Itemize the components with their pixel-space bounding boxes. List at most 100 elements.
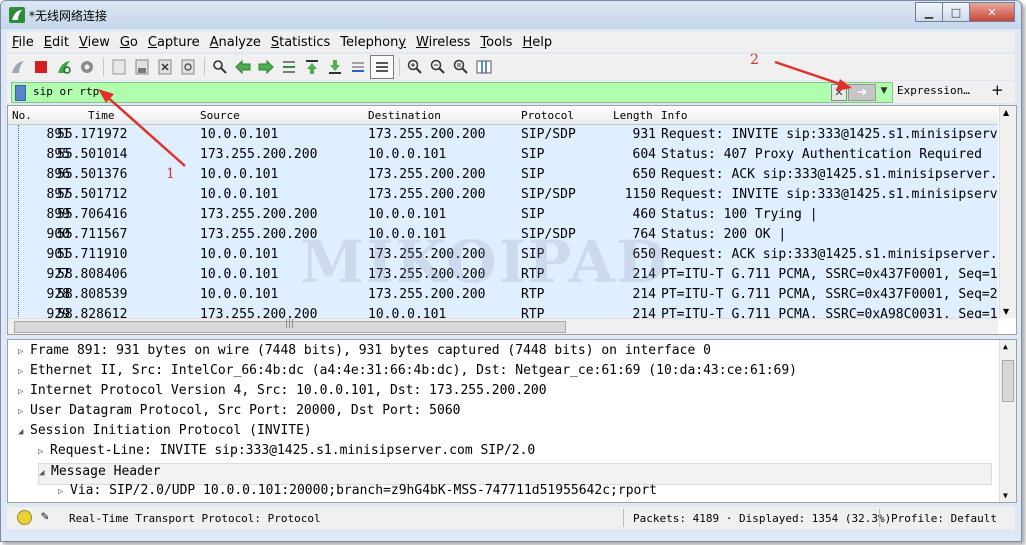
expand-arrow-icon[interactable]: ▷ xyxy=(38,447,50,457)
detail-row-ipv4[interactable]: ▷ Internet Protocol Version 4, Src: 10.0.… xyxy=(18,383,547,403)
column-header-no[interactable]: No. xyxy=(12,109,32,122)
collapse-arrow-icon[interactable]: ◢ xyxy=(39,468,51,478)
status-profile[interactable]: Profile: Default xyxy=(891,512,997,525)
packet-list-horizontal-scrollbar[interactable]: ||| xyxy=(8,318,998,334)
menu-edit[interactable]: Edit xyxy=(39,35,74,50)
zoom-out-icon[interactable] xyxy=(427,56,449,78)
expand-arrow-icon[interactable]: ▷ xyxy=(58,487,70,497)
collapse-arrow-icon[interactable]: ◢ xyxy=(18,427,30,437)
go-to-packet-icon[interactable] xyxy=(278,56,300,78)
capture-comment-icon[interactable]: ✎ xyxy=(41,509,49,524)
column-header-info[interactable]: Info xyxy=(661,109,688,122)
stop-capture-icon[interactable] xyxy=(30,56,52,78)
selected-row-outline xyxy=(18,125,20,321)
cell-source: 10.0.0.101 xyxy=(200,187,279,202)
filter-bookmark-icon[interactable] xyxy=(15,85,26,101)
packet-row[interactable]: 897 55.501712 10.0.0.101 173.255.200.200… xyxy=(8,185,998,205)
packet-row-selected[interactable]: 891 55.171972 10.0.0.101 173.255.200.200… xyxy=(8,125,998,145)
go-back-icon[interactable] xyxy=(232,56,254,78)
cell-source: 173.255.200.200 xyxy=(200,207,318,222)
expert-info-icon[interactable] xyxy=(17,510,32,525)
menu-statistics[interactable]: Statistics xyxy=(266,35,335,50)
last-packet-icon[interactable] xyxy=(324,56,346,78)
scroll-up-arrow-icon[interactable]: ▲ xyxy=(1003,108,1009,117)
menu-telephony[interactable]: Telephony xyxy=(335,35,411,50)
cell-length: 650 xyxy=(632,167,656,182)
detail-row-sip[interactable]: ◢ Session Initiation Protocol (INVITE) xyxy=(18,423,312,443)
status-bar: ✎ Real-Time Transport Protocol: Protocol… xyxy=(7,507,1015,529)
detail-row-frame[interactable]: ▷ Frame 891: 931 bytes on wire (7448 bits… xyxy=(18,343,711,363)
watermark: MIKOIPAD xyxy=(300,228,669,296)
packet-row[interactable]: 896 55.501376 10.0.0.101 173.255.200.200… xyxy=(8,165,998,185)
packet-list-vertical-scrollbar[interactable]: ▲ ▼ xyxy=(999,106,1016,318)
auto-scroll-icon[interactable] xyxy=(347,56,369,78)
display-filter-bar: sip or rtp ✕ ➔ ▼ Expression… + xyxy=(7,81,1015,103)
go-forward-icon[interactable] xyxy=(255,56,277,78)
column-header-length[interactable]: Length xyxy=(613,109,653,122)
packet-details: ▷ Frame 891: 931 bytes on wire (7448 bits… xyxy=(7,339,1017,503)
scroll-down-arrow-icon[interactable]: ▼ xyxy=(1003,491,1008,500)
minimize-button[interactable]: ▁ xyxy=(915,2,943,22)
close-button[interactable]: ✕ xyxy=(969,2,1015,22)
recent-filters-chevron-icon[interactable]: ▼ xyxy=(878,84,890,99)
restart-capture-icon[interactable] xyxy=(53,56,75,78)
normal-size-icon[interactable] xyxy=(450,56,472,78)
apply-filter-icon[interactable]: ➔ xyxy=(848,84,876,101)
menu-capture[interactable]: Capture xyxy=(143,35,205,50)
menu-wireless[interactable]: Wireless xyxy=(411,35,475,50)
column-header-protocol[interactable]: Protocol xyxy=(521,109,574,122)
reload-file-icon[interactable] xyxy=(177,56,199,78)
vertical-scroll-thumb[interactable] xyxy=(1002,360,1014,402)
maximize-button[interactable]: □ xyxy=(942,2,970,22)
detail-row-message-header[interactable]: ◢ Message Header xyxy=(38,463,992,485)
expand-arrow-icon[interactable]: ▷ xyxy=(18,367,30,377)
packet-details-vertical-scrollbar[interactable]: ▲ ▼ xyxy=(999,340,1016,502)
menu-view[interactable]: View xyxy=(74,35,115,50)
resize-columns-icon[interactable] xyxy=(473,56,495,78)
cell-info: Request: ACK sip:333@1425.s1.minisipserv… xyxy=(661,247,998,262)
close-file-icon[interactable] xyxy=(154,56,176,78)
first-packet-icon[interactable] xyxy=(301,56,323,78)
detail-row-udp[interactable]: ▷ User Datagram Protocol, Src Port: 20000… xyxy=(18,403,460,423)
expand-arrow-icon[interactable]: ▷ xyxy=(18,347,30,357)
cell-time: 58.808406 xyxy=(57,267,128,282)
status-protocol-text: Real-Time Transport Protocol: Protocol xyxy=(69,512,321,525)
open-file-icon[interactable] xyxy=(108,56,130,78)
menu-analyze[interactable]: Analyze xyxy=(205,35,266,50)
expression-button[interactable]: Expression… xyxy=(897,84,970,97)
display-filter-input[interactable]: sip or rtp ✕ ➔ ▼ xyxy=(11,82,893,103)
cell-time: 55.711910 xyxy=(57,247,128,262)
column-header-destination[interactable]: Destination xyxy=(368,109,441,122)
packet-row[interactable]: 895 55.501014 173.255.200.200 10.0.0.101… xyxy=(8,145,998,165)
column-header-time[interactable]: Time xyxy=(88,109,115,122)
find-packet-icon[interactable] xyxy=(209,56,231,78)
zoom-in-icon[interactable] xyxy=(404,56,426,78)
toolbar-separator xyxy=(103,58,104,76)
menu-go[interactable]: Go xyxy=(115,35,143,50)
scroll-up-arrow-icon[interactable]: ▲ xyxy=(1003,342,1008,351)
packet-row[interactable]: 899 55.706416 173.255.200.200 10.0.0.101… xyxy=(8,205,998,225)
clear-filter-icon[interactable]: ✕ xyxy=(831,84,847,101)
add-filter-button-icon[interactable]: + xyxy=(991,81,1004,99)
menu-bar: File Edit View Go Capture Analyze Statis… xyxy=(7,32,1015,52)
menu-help[interactable]: Help xyxy=(517,35,557,50)
start-capture-icon[interactable] xyxy=(7,56,29,78)
scroll-down-arrow-icon[interactable]: ▼ xyxy=(1003,307,1009,316)
expand-arrow-icon[interactable]: ▷ xyxy=(18,407,30,417)
horizontal-scroll-thumb[interactable]: ||| xyxy=(14,319,566,333)
cell-info: Status: 100 Trying | xyxy=(661,207,818,222)
detail-row-request-line[interactable]: ▷ Request-Line: INVITE sip:333@1425.s1.mi… xyxy=(38,443,535,463)
capture-options-icon[interactable] xyxy=(76,56,98,78)
detail-row-via[interactable]: ▷ Via: SIP/2.0/UDP 10.0.0.101:20000;branc… xyxy=(58,483,657,502)
menu-file[interactable]: File xyxy=(7,35,39,50)
expand-arrow-icon[interactable]: ▷ xyxy=(18,387,30,397)
cell-protocol: SIP/SDP xyxy=(521,187,576,202)
colorize-icon[interactable] xyxy=(370,55,394,79)
column-header-source[interactable]: Source xyxy=(200,109,240,122)
cell-source: 10.0.0.101 xyxy=(200,267,279,282)
cell-source: 173.255.200.200 xyxy=(200,147,318,162)
detail-row-ethernet[interactable]: ▷ Ethernet II, Src: IntelCor_66:4b:dc (a4… xyxy=(18,363,797,383)
menu-tools[interactable]: Tools xyxy=(475,35,517,50)
save-file-icon[interactable] xyxy=(131,56,153,78)
cell-length: 604 xyxy=(632,147,656,162)
